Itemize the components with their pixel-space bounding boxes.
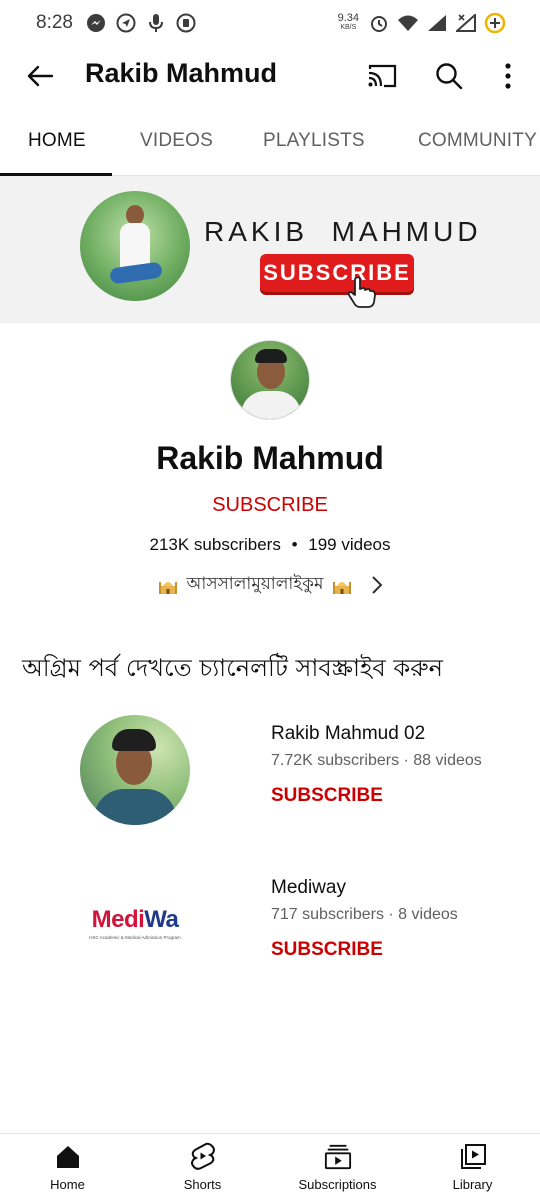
video-count: 199 videos	[308, 535, 391, 554]
channel-name: Rakib Mahmud	[156, 440, 384, 476]
nav-shorts[interactable]: Shorts	[135, 1134, 270, 1200]
status-bar: 8:28 9.34 KB/S	[0, 0, 540, 46]
status-time: 8:28	[36, 12, 73, 33]
mediway-logo[interactable]: MediWa HSC Academic & Medical Admission …	[80, 869, 190, 979]
featured-channel-subscribe-button[interactable]: SUBSCRIBE	[271, 939, 383, 961]
featured-channel-avatar[interactable]	[80, 715, 190, 825]
status-right: 9.34 KB/S	[338, 12, 506, 34]
featured-channel-subscribe-button[interactable]: SUBSCRIBE	[271, 785, 383, 807]
tab-playlists[interactable]: PLAYLISTS	[263, 106, 365, 176]
nav-home[interactable]: Home	[0, 1134, 135, 1200]
channel-about-row[interactable]: আসসালামুয়ালাইকুম	[0, 570, 540, 600]
featured-channel-name[interactable]: Mediway	[271, 877, 346, 899]
messenger-icon	[85, 12, 107, 34]
channel-avatar[interactable]	[230, 340, 310, 420]
alarm-icon	[368, 12, 390, 34]
nav-shorts-label: Shorts	[183, 1177, 222, 1192]
back-button[interactable]	[22, 58, 58, 94]
battery-saver-icon	[484, 12, 506, 34]
mediway-logo-part-1: Medi	[91, 906, 145, 933]
tab-home[interactable]: HOME	[28, 106, 86, 176]
wifi-icon	[397, 12, 419, 34]
channel-tabs: HOME VIDEOS PLAYLISTS COMMUNITY	[0, 106, 540, 176]
search-button[interactable]	[431, 58, 467, 94]
library-icon	[459, 1142, 487, 1172]
app-bar: Rakib Mahmud	[0, 46, 540, 104]
featured-channel-stats: 717 subscribers · 8 videos	[271, 906, 458, 923]
channel-banner: RAKIB MAHMUD SUBSCRIBE	[0, 176, 540, 323]
home-icon	[54, 1142, 82, 1172]
mosque-icon	[333, 582, 352, 594]
more-options-button[interactable]	[492, 58, 524, 94]
banner-channel-name: RAKIB MAHMUD	[204, 216, 482, 247]
subscriptions-icon	[324, 1142, 352, 1172]
bottom-navigation: Home Shorts Subscriptions Library	[0, 1133, 540, 1200]
network-speed: 9.34 KB/S	[337, 12, 359, 32]
shorts-icon	[189, 1142, 217, 1172]
nav-subscriptions[interactable]: Subscriptions	[270, 1134, 405, 1200]
banner-photo	[80, 191, 190, 301]
banner-subscribe-graphic: SUBSCRIBE	[260, 254, 414, 292]
featured-section-title: অগ্রিম পর্ব দেখতে চ্যানেলটি সাবস্ক্রাইব …	[22, 654, 443, 682]
telegram-icon	[115, 12, 137, 34]
mediway-logo-part-2: Wa	[144, 906, 179, 933]
nav-library[interactable]: Library	[405, 1134, 540, 1200]
cast-button[interactable]	[364, 58, 400, 94]
featured-channel-name[interactable]: Rakib Mahmud 02	[271, 723, 425, 745]
tab-community[interactable]: COMMUNITY	[418, 106, 537, 176]
arrow-left-icon	[27, 65, 54, 87]
mediway-logo-tagline: HSC Academic & Medical Admission Program	[89, 935, 181, 940]
mosque-icon	[158, 582, 177, 594]
tab-videos[interactable]: VIDEOS	[140, 106, 213, 176]
featured-channel-item[interactable]: MediWa HSC Academic & Medical Admission …	[0, 869, 540, 989]
page-title: Rakib Mahmud	[85, 58, 278, 88]
nav-library-label: Library	[452, 1177, 493, 1192]
app-notification-icon	[175, 12, 197, 34]
channel-stats: 213K subscribers • 199 videos	[0, 535, 540, 555]
stats-separator: •	[291, 535, 298, 554]
more-vertical-icon	[505, 63, 511, 89]
nav-home-label: Home	[50, 1177, 85, 1192]
search-icon	[436, 63, 463, 90]
channel-about-text: আসসালামুয়ালাইকুম	[186, 574, 324, 593]
signal-icon	[426, 12, 448, 34]
subscribe-button[interactable]: SUBSCRIBE	[0, 494, 540, 517]
network-speed-value: 9.34	[337, 12, 359, 24]
chevron-right-icon	[372, 576, 383, 594]
signal-no-data-icon	[455, 12, 477, 34]
network-speed-unit: KB/S	[340, 24, 357, 31]
mediway-logo-text: MediWa	[92, 908, 179, 932]
status-left: 8:28	[36, 12, 197, 34]
subscriber-count: 213K subscribers	[149, 535, 281, 554]
featured-channel-stats: 7.72K subscribers · 88 videos	[271, 752, 482, 769]
cast-icon	[368, 64, 397, 88]
microphone-icon	[145, 12, 167, 34]
nav-subscriptions-label: Subscriptions	[298, 1177, 377, 1192]
hand-pointer-icon	[347, 276, 376, 308]
featured-channel-item[interactable]: Rakib Mahmud 02 7.72K subscribers · 88 v…	[0, 715, 540, 835]
